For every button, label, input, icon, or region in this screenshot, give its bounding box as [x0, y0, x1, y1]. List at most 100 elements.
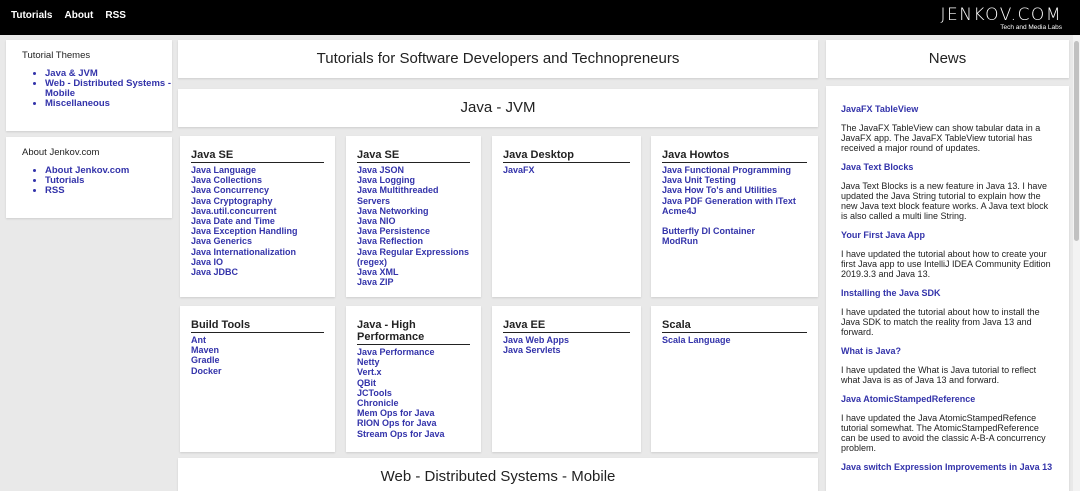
card-build-tools: Build Tools Ant Maven Gradle Docker: [180, 306, 335, 452]
card-java-howtos: Java Howtos Java Functional Programming …: [651, 136, 818, 297]
card-link[interactable]: Docker: [191, 366, 324, 376]
card-link[interactable]: Java ZIP: [357, 277, 470, 287]
card-link[interactable]: Java PDF Generation with IText: [662, 196, 807, 206]
card-link[interactable]: Java Date and Time: [191, 216, 324, 226]
card-link[interactable]: Chronicle: [357, 398, 470, 408]
card-java-ee: Java EE Java Web Apps Java Servlets: [492, 306, 641, 452]
top-bar: Tutorials About RSS JENKOV.COM Tech and …: [0, 0, 1080, 35]
card-link[interactable]: Maven: [191, 345, 324, 355]
news-item-title[interactable]: Java Text Blocks: [841, 162, 1054, 172]
news-title: News: [826, 40, 1069, 78]
page-scrollbar[interactable]: [1073, 35, 1080, 491]
card-link[interactable]: Java Unit Testing: [662, 175, 807, 185]
card-title: Java SE: [357, 149, 470, 163]
card-link[interactable]: Butterfly DI Container: [662, 226, 807, 236]
news-item: JavaFX TableView The JavaFX TableView ca…: [841, 104, 1054, 153]
card-link[interactable]: Mem Ops for Java: [357, 408, 470, 418]
card-link[interactable]: QBit: [357, 378, 470, 388]
card-link[interactable]: Java Networking: [357, 206, 470, 216]
scrollbar-thumb[interactable]: [1074, 41, 1079, 241]
card-link[interactable]: Java Generics: [191, 236, 324, 246]
card-link[interactable]: Vert.x: [357, 367, 470, 377]
card-title: Java EE: [503, 319, 630, 333]
about-list: About Jenkov.com Tutorials RSS: [45, 166, 172, 196]
site-logo[interactable]: JENKOV.COM Tech and Media Labs: [940, 6, 1062, 32]
about-link-rss[interactable]: RSS: [45, 185, 65, 196]
nav-tutorials[interactable]: Tutorials: [11, 10, 52, 21]
card-link[interactable]: Gradle: [191, 355, 324, 365]
news-item-title[interactable]: Your First Java App: [841, 230, 1054, 240]
link-spacer: [662, 216, 807, 226]
news-item: What is Java? I have updated the What is…: [841, 346, 1054, 385]
card-link[interactable]: Java Logging: [357, 175, 470, 185]
card-java-se-2: Java SE Java JSON Java Logging Java Mult…: [346, 136, 481, 297]
card-link[interactable]: Java Regular Expressions (regex): [357, 247, 470, 267]
card-link[interactable]: JavaFX: [503, 165, 630, 175]
card-link[interactable]: Ant: [191, 335, 324, 345]
page-title: Tutorials for Software Developers and Te…: [316, 50, 680, 67]
card-link[interactable]: Java Cryptography: [191, 196, 324, 206]
section-title-web-distributed: Web - Distributed Systems - Mobile: [380, 468, 616, 485]
card-link[interactable]: Java IO: [191, 257, 324, 267]
card-link[interactable]: ModRun: [662, 236, 807, 246]
card-link[interactable]: Java Collections: [191, 175, 324, 185]
card-link[interactable]: Java JDBC: [191, 267, 324, 277]
theme-link-web-distributed[interactable]: Web - Distributed Systems - Mobile: [45, 78, 171, 99]
card-link[interactable]: Java XML: [357, 267, 470, 277]
news-item: Java AtomicStampedReference I have updat…: [841, 394, 1054, 453]
card-link[interactable]: Java Multithreaded Servers: [357, 185, 470, 205]
card-title: Java Howtos: [662, 149, 807, 163]
card-links: Java Language Java Collections Java Conc…: [191, 165, 324, 277]
card-link[interactable]: JCTools: [357, 388, 470, 398]
card-links: Ant Maven Gradle Docker: [191, 335, 324, 376]
tutorial-themes-box: Tutorial Themes Java & JVM Web - Distrib…: [6, 40, 172, 131]
card-link[interactable]: Java NIO: [357, 216, 470, 226]
main-title-panel: Tutorials for Software Developers and Te…: [178, 40, 818, 78]
news-item-title[interactable]: Java AtomicStampedReference: [841, 394, 1054, 404]
news-item-text: Java Text Blocks is a new feature in Jav…: [841, 181, 1049, 221]
card-link[interactable]: Java Persistence: [357, 226, 470, 236]
nav-about[interactable]: About: [64, 10, 93, 21]
card-links: Scala Language: [662, 335, 807, 345]
card-title: Java Desktop: [503, 149, 630, 163]
card-link[interactable]: Stream Ops for Java: [357, 429, 470, 439]
card-link[interactable]: Netty: [357, 357, 470, 367]
nav-rss[interactable]: RSS: [105, 10, 126, 21]
card-scala: Scala Scala Language: [651, 306, 818, 452]
logo-brand: JENKOV.COM: [940, 5, 1062, 25]
card-java-se-1: Java SE Java Language Java Collections J…: [180, 136, 335, 297]
card-links: Java JSON Java Logging Java Multithreade…: [357, 165, 470, 287]
news-item-title[interactable]: What is Java?: [841, 346, 1054, 356]
news-item-title[interactable]: Java switch Expression Improvements in J…: [841, 462, 1054, 472]
card-title: Java SE: [191, 149, 324, 163]
news-item-title[interactable]: JavaFX TableView: [841, 104, 1054, 114]
card-link[interactable]: Java Web Apps: [503, 335, 630, 345]
card-link[interactable]: Java Exception Handling: [191, 226, 324, 236]
card-link[interactable]: Scala Language: [662, 335, 807, 345]
section-title-java-jvm: Java - JVM: [460, 99, 536, 116]
news-list: JavaFX TableView The JavaFX TableView ca…: [826, 86, 1069, 491]
tutorial-themes-list: Java & JVM Web - Distributed Systems - M…: [45, 69, 172, 109]
card-link[interactable]: Java How To's and Utilities: [662, 185, 807, 195]
card-link[interactable]: Java Concurrency: [191, 185, 324, 195]
card-link[interactable]: Java JSON: [357, 165, 470, 175]
tutorial-themes-title: Tutorial Themes: [22, 50, 91, 61]
card-link[interactable]: RION Ops for Java: [357, 418, 470, 428]
logo-tagline: Tech and Media Labs: [1000, 24, 1062, 31]
card-link[interactable]: Java Functional Programming: [662, 165, 807, 175]
card-links: Java Web Apps Java Servlets: [503, 335, 630, 355]
card-link[interactable]: Java Internationalization: [191, 247, 324, 257]
news-item-text: I have updated the What is Java tutorial…: [841, 365, 1037, 385]
theme-link-miscellaneous[interactable]: Miscellaneous: [45, 98, 110, 109]
card-link[interactable]: Java Language: [191, 165, 324, 175]
news-item: Your First Java App I have updated the t…: [841, 230, 1054, 279]
news-item-text: I have updated the tutorial about how to…: [841, 307, 1040, 337]
news-item-title[interactable]: Installing the Java SDK: [841, 288, 1054, 298]
card-link[interactable]: Java Performance: [357, 347, 470, 357]
card-link[interactable]: Java.util.concurrent: [191, 206, 324, 216]
card-link[interactable]: Java Reflection: [357, 236, 470, 246]
card-link[interactable]: Acme4J: [662, 206, 807, 216]
card-link[interactable]: Java Servlets: [503, 345, 630, 355]
news-item-text: The JavaFX TableView can show tabular da…: [841, 123, 1041, 153]
news-item: Java Text Blocks Java Text Blocks is a n…: [841, 162, 1054, 221]
